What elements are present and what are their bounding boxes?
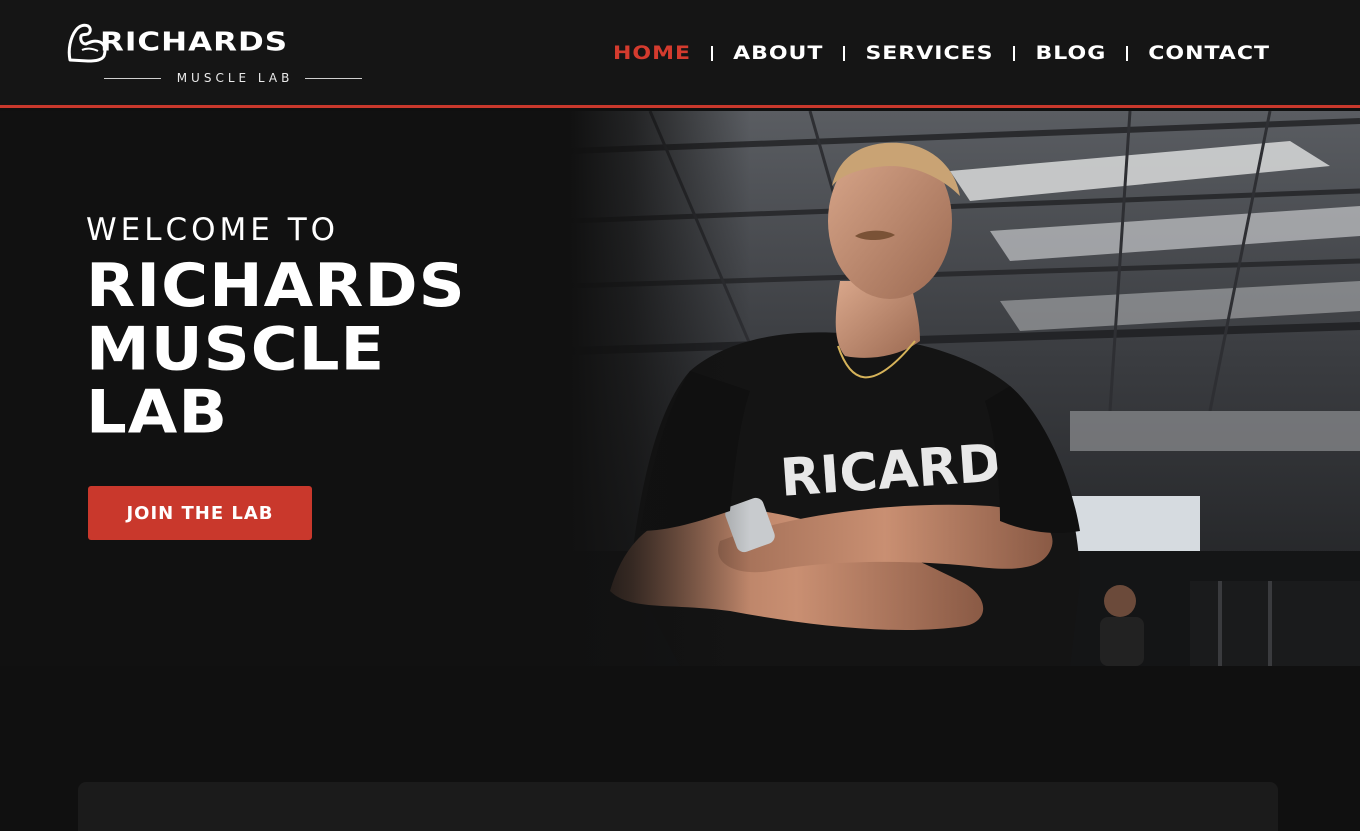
logo-divider-right bbox=[305, 77, 362, 79]
cta-label: JOIN THE LAB bbox=[126, 502, 274, 524]
nav-separator bbox=[1126, 45, 1129, 61]
main-nav: HOME ABOUT SERVICES BLOG CONTACT bbox=[613, 36, 1270, 70]
hero-title-line: LAB bbox=[86, 378, 229, 448]
logo-subtitle: MUSCLE LAB bbox=[176, 71, 294, 85]
hero-section: RICARDS WELCOME TO RICHARDS MUSCLE LAB J… bbox=[0, 111, 1360, 666]
content-card bbox=[78, 782, 1278, 831]
nav-separator bbox=[711, 45, 714, 61]
nav-separator bbox=[1013, 45, 1016, 61]
hero-title-line: RICHARDS bbox=[86, 252, 466, 322]
nav-item-home[interactable]: HOME bbox=[613, 42, 691, 64]
nav-item-blog[interactable]: BLOG bbox=[1035, 42, 1106, 64]
hero-title-line: MUSCLE bbox=[86, 315, 386, 385]
nav-item-contact[interactable]: CONTACT bbox=[1148, 42, 1270, 64]
hero-text-block: WELCOME TO RICHARDS MUSCLE LAB bbox=[86, 209, 606, 459]
logo-wordmark: RICHARDS bbox=[100, 27, 289, 58]
site-header: RICHARDS MUSCLE LAB HOME ABOUT SERVICES … bbox=[0, 0, 1360, 108]
logo-subtitle-row: MUSCLE LAB bbox=[104, 70, 362, 86]
nav-item-services[interactable]: SERVICES bbox=[865, 42, 993, 64]
hero-eyebrow: WELCOME TO bbox=[86, 212, 340, 248]
logo-divider-left bbox=[104, 77, 161, 79]
site-logo[interactable]: RICHARDS MUSCLE LAB bbox=[64, 18, 364, 90]
nav-item-about[interactable]: ABOUT bbox=[733, 42, 823, 64]
nav-separator bbox=[843, 45, 846, 61]
hero-title: RICHARDS MUSCLE LAB bbox=[86, 255, 606, 445]
join-the-lab-button[interactable]: JOIN THE LAB bbox=[88, 486, 312, 540]
